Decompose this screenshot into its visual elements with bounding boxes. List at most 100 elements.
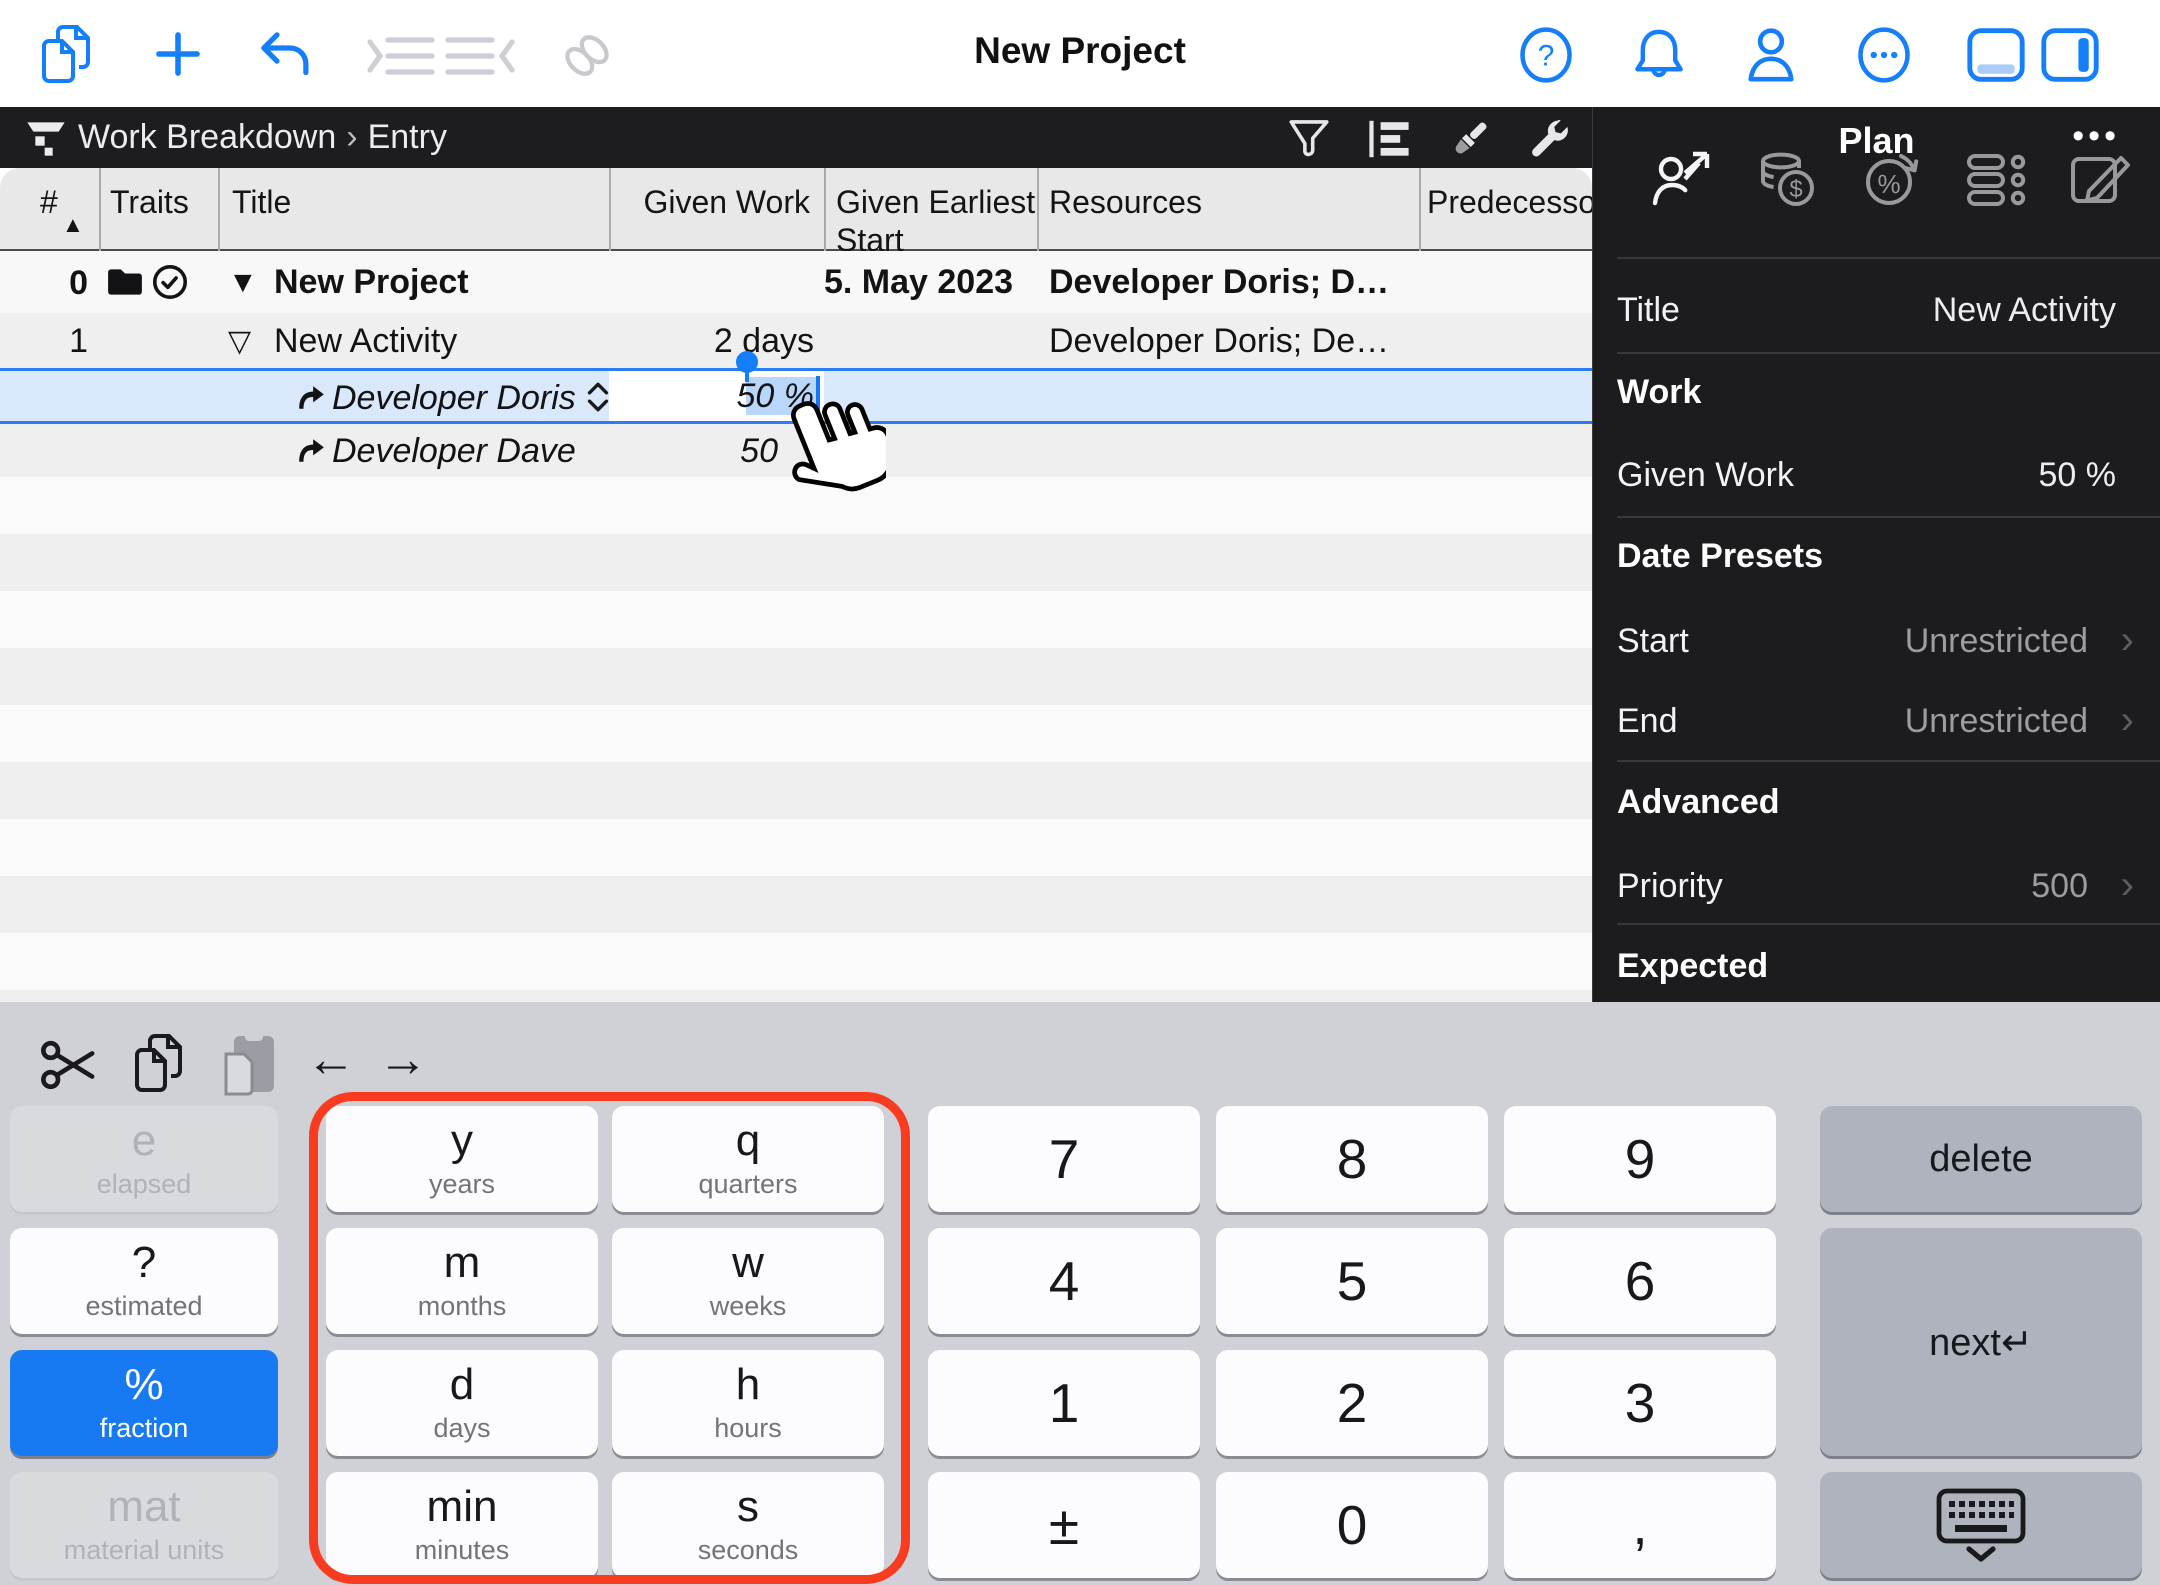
collapse-triangle-icon[interactable]: ▼ [228, 266, 258, 300]
paste-icon [224, 1031, 274, 1096]
field-given-work-value[interactable]: 50 % [2039, 456, 2117, 495]
right-panel-toggle-icon[interactable] [2040, 26, 2100, 84]
assignment-arrow-icon [299, 439, 324, 462]
divider [1617, 923, 2160, 925]
column-divider[interactable] [609, 168, 611, 251]
table-row-activity[interactable]: 1 ▽ New Activity 2 days Developer Doris;… [0, 313, 1592, 368]
breadcrumb-chevron-icon: › [346, 118, 358, 156]
key-8[interactable]: 8 [1216, 1106, 1488, 1212]
key-2[interactable]: 2 [1216, 1350, 1488, 1456]
key-months[interactable]: m months [326, 1228, 598, 1334]
row-resources: Developer Doris; D… [1049, 263, 1390, 301]
trait-status-clock-icon [152, 264, 188, 300]
column-divider[interactable] [1037, 168, 1039, 251]
collapse-triangle-icon[interactable]: ▽ [228, 324, 251, 359]
table-row-project[interactable]: 0 ▼ New Project 5. May 2023 Developer Do… [0, 251, 1592, 313]
column-divider[interactable] [99, 168, 101, 251]
filter-icon[interactable] [1288, 119, 1330, 159]
empty-row [0, 990, 1592, 1002]
breadcrumb-section[interactable]: Work Breakdown [78, 118, 336, 156]
row-title: New Activity [274, 322, 458, 360]
key-quarters[interactable]: q quarters [612, 1106, 884, 1212]
empty-row [0, 762, 1592, 819]
tab-costs-icon[interactable]: $ [1757, 151, 1819, 207]
column-header-predecessors[interactable]: Predecessors [1427, 184, 1592, 221]
chevron-right-icon[interactable]: › [2121, 865, 2134, 905]
key-5[interactable]: 5 [1216, 1228, 1488, 1334]
svg-text:?: ? [1538, 39, 1555, 72]
key-delete[interactable]: delete [1820, 1106, 2142, 1212]
key-comma[interactable]: , [1504, 1472, 1776, 1578]
key-minutes[interactable]: min minutes [326, 1472, 598, 1578]
key-0[interactable]: 0 [1216, 1472, 1488, 1578]
help-icon[interactable]: ? [1518, 26, 1574, 84]
add-icon[interactable] [152, 28, 204, 80]
field-end-value[interactable]: Unrestricted [1905, 702, 2088, 741]
row-earliest-start: 5. May 2023 [824, 263, 1013, 301]
tab-progress-icon[interactable]: % [1861, 151, 1923, 207]
key-3[interactable]: 3 [1504, 1350, 1776, 1456]
column-header-given-earliest-start[interactable]: Given Earliest Start [836, 184, 1036, 260]
column-header-resources[interactable]: Resources [1049, 184, 1202, 221]
key-4[interactable]: 4 [928, 1228, 1200, 1334]
numeric-keyboard: ← → e elapsed ? estimated % fraction mat mat… [0, 1002, 2160, 1585]
column-header-number[interactable]: # [40, 184, 58, 221]
key-estimated[interactable]: ? estimated [10, 1228, 278, 1334]
outline-view-icon[interactable] [1368, 119, 1410, 159]
top-toolbar: New Project ? [0, 0, 2160, 107]
key-hours[interactable]: h hours [612, 1350, 884, 1456]
more-options-icon[interactable] [1856, 26, 1912, 84]
column-divider[interactable] [218, 168, 220, 251]
column-divider[interactable] [1419, 168, 1421, 251]
settings-wrench-icon[interactable] [1528, 117, 1572, 161]
key-dismiss-keyboard[interactable] [1820, 1472, 2142, 1578]
column-divider[interactable] [824, 168, 826, 251]
selection-handle-stem [745, 366, 749, 382]
key-7[interactable]: 7 [928, 1106, 1200, 1212]
documents-icon[interactable] [38, 22, 98, 86]
account-person-icon[interactable] [1742, 24, 1800, 86]
bottom-panel-toggle-icon[interactable] [1966, 26, 2026, 84]
field-title-value[interactable]: New Activity [1933, 291, 2116, 330]
divider [1617, 352, 2160, 354]
key-days[interactable]: d days [326, 1350, 598, 1456]
tab-assignment-icon[interactable] [1651, 151, 1713, 207]
field-end-label: End [1617, 702, 1678, 740]
cut-icon[interactable] [40, 1038, 98, 1092]
breadcrumb-bar: Work Breakdown › Entry [0, 107, 1592, 168]
key-9[interactable]: 9 [1504, 1106, 1776, 1212]
column-header-given-work[interactable]: Given Work [609, 184, 810, 221]
field-priority-value[interactable]: 500 [2031, 867, 2088, 906]
key-weeks[interactable]: w weeks [612, 1228, 884, 1334]
key-years[interactable]: y years [326, 1106, 598, 1212]
breadcrumb-page[interactable]: Entry [368, 118, 447, 156]
trait-folder-icon [108, 269, 142, 295]
key-1[interactable]: 1 [928, 1350, 1200, 1456]
field-start-value[interactable]: Unrestricted [1905, 622, 2088, 661]
key-fraction[interactable]: % fraction [10, 1350, 278, 1456]
tab-notes-icon[interactable] [2069, 151, 2131, 207]
tab-attributes-icon[interactable] [1965, 153, 2027, 207]
stepper-icon[interactable] [584, 379, 612, 415]
sort-ascending-icon[interactable]: ▲ [62, 212, 84, 238]
style-brush-icon[interactable] [1448, 117, 1492, 161]
key-next[interactable]: next↵ [1820, 1228, 2142, 1456]
cursor-left-icon[interactable]: ← [306, 1030, 356, 1088]
cursor-pointer-hand-icon [791, 401, 886, 492]
cursor-right-icon[interactable]: → [378, 1030, 428, 1088]
field-given-work-label: Given Work [1617, 456, 1794, 494]
column-header-title[interactable]: Title [232, 184, 291, 221]
key-6[interactable]: 6 [1504, 1228, 1776, 1334]
divider [1617, 760, 2160, 762]
keyboard-dismiss-icon [1936, 1488, 2026, 1562]
undo-icon[interactable] [256, 28, 312, 82]
chevron-right-icon[interactable]: › [2121, 620, 2134, 660]
chevron-right-icon[interactable]: › [2121, 700, 2134, 740]
notifications-bell-icon[interactable] [1632, 26, 1686, 84]
key-seconds[interactable]: s seconds [612, 1472, 884, 1578]
copy-icon[interactable] [132, 1032, 188, 1094]
column-header-traits[interactable]: Traits [110, 184, 189, 221]
field-priority-label: Priority [1617, 867, 1723, 905]
key-plus-minus[interactable]: ± [928, 1472, 1200, 1578]
breadcrumb[interactable]: Work Breakdown › Entry [78, 118, 447, 157]
